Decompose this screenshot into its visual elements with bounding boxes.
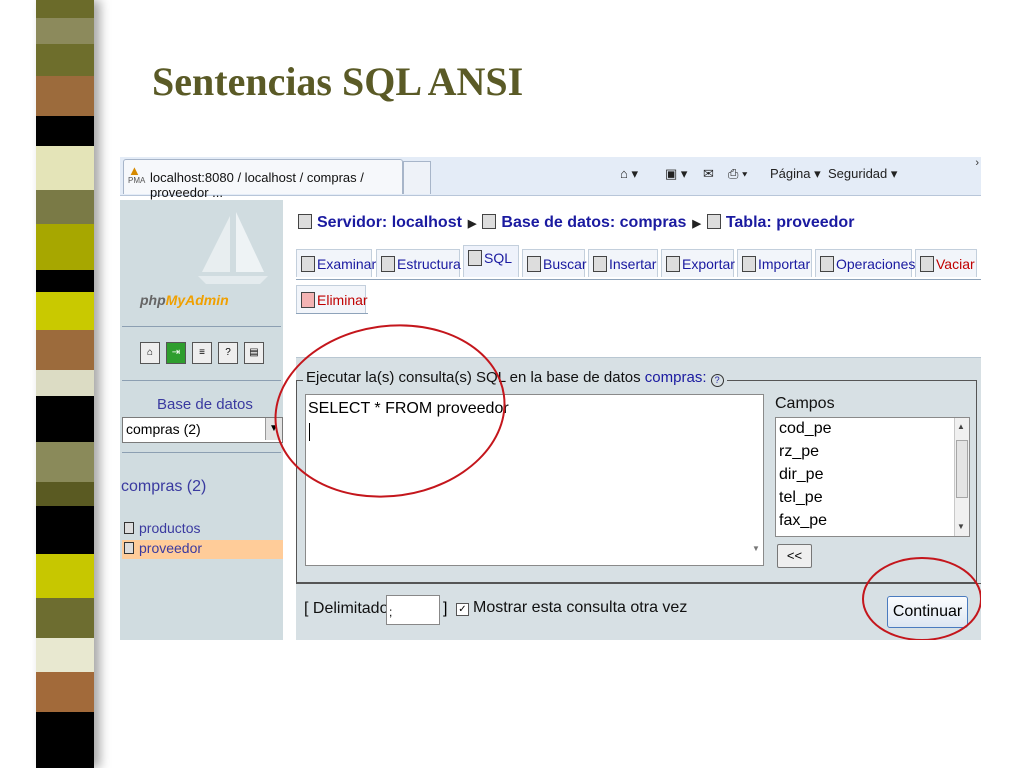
mail-icon[interactable]: ✉: [703, 166, 714, 182]
search-icon: [527, 256, 541, 272]
annotation-circle-continue: [862, 557, 981, 640]
insert-field-button[interactable]: <<: [777, 544, 812, 568]
table-icon: [124, 522, 134, 534]
tab-importar[interactable]: Importar: [737, 249, 812, 277]
breadcrumb-database[interactable]: Base de datos: compras: [501, 214, 686, 231]
list-item[interactable]: cod_pe: [779, 420, 832, 438]
browser-tab[interactable]: ▲ PMA localhost:8080 / localhost / compra…: [123, 159, 403, 200]
delimiter-label: [ Delimitador: [304, 600, 394, 617]
tab-sql[interactable]: SQL: [463, 245, 519, 277]
divider: [122, 380, 281, 381]
tab-exportar[interactable]: Exportar: [661, 249, 735, 277]
tab-insertar[interactable]: Insertar: [588, 249, 658, 277]
import-icon: [742, 256, 756, 272]
sailboat-icon: [198, 212, 268, 284]
fields-listbox[interactable]: cod_pe rz_pe dir_pe tel_pe fax_pe ▲ ▼: [775, 417, 970, 537]
security-menu[interactable]: Seguridad ▾: [828, 166, 897, 182]
exit-icon[interactable]: ⇥: [166, 342, 186, 364]
chevron-right-icon: ▶: [467, 218, 477, 230]
browser-toolbar: ▲ PMA localhost:8080 / localhost / compra…: [120, 157, 981, 200]
database-select[interactable]: compras (2) ▼: [122, 417, 283, 443]
list-item[interactable]: tel_pe: [779, 489, 823, 507]
show-again-checkbox[interactable]: ✓: [456, 603, 469, 616]
browse-icon: [301, 256, 315, 272]
empty-table-icon: [920, 256, 934, 272]
structure-icon: [381, 256, 395, 272]
browser-tab-title: localhost:8080 / localhost / compras / p…: [150, 170, 364, 200]
table-item-proveedor[interactable]: proveedor: [122, 540, 283, 559]
database-icon: [482, 214, 497, 229]
chevron-down-icon[interactable]: ▼: [957, 522, 965, 531]
tab-estructura[interactable]: Estructura: [376, 249, 461, 277]
print-icon[interactable]: ⎙ ▾: [728, 166, 747, 182]
slide-decoration: [0, 0, 118, 768]
database-label: Base de datos: [157, 396, 253, 413]
divider: [122, 326, 281, 327]
divider: [296, 313, 368, 314]
chevron-down-icon[interactable]: ▼: [752, 544, 760, 553]
delete-icon: [301, 292, 315, 308]
divider: [122, 452, 281, 453]
home-icon[interactable]: ⌂: [140, 342, 160, 364]
new-tab-button[interactable]: [403, 161, 431, 194]
phpmyadmin-logo[interactable]: phpMyAdmin: [140, 292, 229, 308]
database-name-link[interactable]: compras (2): [121, 478, 206, 496]
page-menu[interactable]: Página ▾: [770, 166, 821, 182]
sql-icon: [468, 250, 482, 266]
decorative-stripe-bar: [36, 0, 94, 768]
phpmyadmin-screenshot: ▲ PMA localhost:8080 / localhost / compra…: [120, 157, 981, 640]
help-icon[interactable]: ?: [710, 374, 724, 387]
delimiter-input[interactable]: ;: [386, 595, 440, 625]
sql-query-icon[interactable]: ≡: [192, 342, 212, 364]
tab-operaciones[interactable]: Operaciones: [815, 249, 915, 277]
show-again-label: Mostrar esta consulta otra vez: [473, 599, 688, 616]
fields-label: Campos: [775, 395, 835, 412]
table-icon: [124, 542, 134, 554]
tab-buscar[interactable]: Buscar: [522, 249, 587, 277]
tab-bar: Examinar Estructura SQL Buscar Insertar …: [296, 245, 981, 279]
export-icon: [666, 256, 680, 272]
slide-title: Sentencias SQL ANSI: [152, 59, 524, 104]
wrench-icon: [820, 256, 834, 272]
tab-eliminar[interactable]: Eliminar: [296, 285, 368, 313]
feeds-icon[interactable]: ▣ ▾: [665, 166, 687, 182]
list-item[interactable]: rz_pe: [779, 443, 819, 461]
table-item-productos[interactable]: productos: [122, 520, 283, 539]
docs-icon[interactable]: ▤: [244, 342, 264, 364]
server-icon: [298, 214, 312, 229]
delimiter-close: ]: [443, 600, 448, 617]
pma-favicon: ▲ PMA: [128, 163, 146, 185]
table-icon: [706, 214, 721, 229]
list-item[interactable]: dir_pe: [779, 466, 823, 484]
scrollbar-thumb[interactable]: [956, 440, 968, 498]
divider: [296, 279, 981, 280]
home-icon[interactable]: ⌂ ▾: [620, 166, 638, 182]
insert-icon: [593, 256, 607, 272]
fields-scrollbar[interactable]: ▲ ▼: [954, 418, 969, 536]
sidebar: phpMyAdmin ⌂ ⇥ ≡ ? ▤ Base de datos compr…: [120, 200, 283, 640]
list-item[interactable]: fax_pe: [779, 512, 827, 530]
tab-vaciar[interactable]: Vaciar: [915, 249, 977, 277]
chevron-right-icon: ▶: [692, 218, 701, 230]
help-icon[interactable]: ?: [218, 342, 238, 364]
chevron-right-icon[interactable]: ›: [975, 157, 979, 169]
breadcrumb-server[interactable]: Servidor: localhost: [317, 214, 462, 231]
chevron-up-icon[interactable]: ▲: [957, 422, 965, 431]
tab-examinar[interactable]: Examinar: [296, 249, 376, 277]
breadcrumb-table[interactable]: Tabla: proveedor: [726, 214, 855, 231]
breadcrumb: Servidor: localhost ▶ Base de datos: compr…: [298, 214, 854, 232]
